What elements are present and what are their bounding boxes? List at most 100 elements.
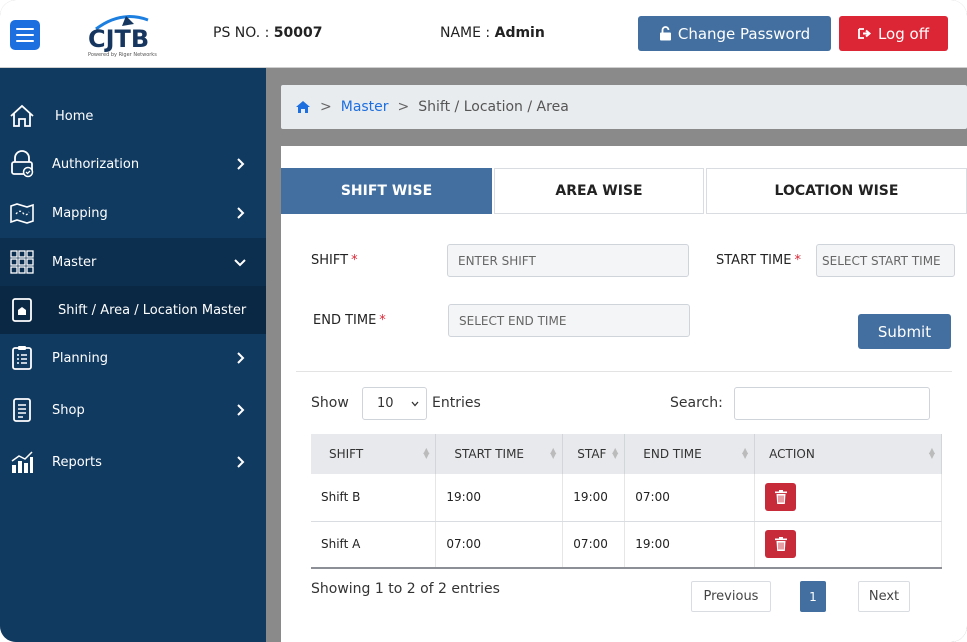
sidebar-item-mapping[interactable]: Mapping <box>0 189 266 237</box>
map-icon <box>10 203 34 224</box>
sidebar-item-label: Shop <box>52 402 85 418</box>
table-info: Showing 1 to 2 of 2 entries <box>311 581 500 597</box>
chevron-right-icon <box>237 352 245 364</box>
column-header-staf[interactable]: STAF ▲ ▼ <box>562 434 626 474</box>
column-header-label: SHIFT <box>329 447 364 461</box>
logoff-button[interactable]: Log off <box>839 16 948 51</box>
cell-action <box>754 474 942 522</box>
chevron-right-icon <box>237 404 245 416</box>
table-row: Shift B 19:00 19:00 07:00 <box>311 474 942 522</box>
cjtb-logo: CJTB Powered by Riger Networks <box>86 12 170 60</box>
column-header-action[interactable]: ACTION ▲ ▼ <box>754 434 942 474</box>
required-mark: * <box>379 313 386 328</box>
page-button-current[interactable]: 1 <box>800 581 826 612</box>
sidebar-item-shop[interactable]: Shop <box>0 386 266 434</box>
submit-button[interactable]: Submit <box>858 314 951 349</box>
column-header-end-time[interactable]: END TIME ▲ ▼ <box>624 434 756 474</box>
next-page-button[interactable]: Next <box>858 581 910 612</box>
trash-icon <box>774 537 787 552</box>
chevron-down-icon <box>234 259 246 267</box>
end-time-label: END TIME * <box>313 313 386 328</box>
change-password-label: Change Password <box>677 24 811 43</box>
sidebar-item-planning[interactable]: Planning <box>0 334 266 382</box>
show-label: Show <box>311 395 349 411</box>
sidebar-item-label: Authorization <box>52 156 140 172</box>
name-value: Admin <box>494 25 545 41</box>
logoff-label: Log off <box>877 24 930 43</box>
cell-start-time: 07:00 <box>435 521 564 569</box>
tab-shift-wise[interactable]: SHIFT WISE <box>281 168 492 214</box>
required-mark: * <box>351 253 358 268</box>
ps-value: 50007 <box>273 25 323 41</box>
sort-icon: ▲ ▼ <box>612 446 619 460</box>
sidebar-item-label: Planning <box>52 350 108 366</box>
shift-input[interactable]: ENTER SHIFT <box>447 244 689 277</box>
sidebar-item-home[interactable]: Home <box>0 92 266 140</box>
start-time-label-text: START TIME <box>716 253 792 268</box>
main-content: > Master > Shift / Location / Area SHIFT… <box>266 68 967 642</box>
document-icon <box>13 398 31 422</box>
delete-button[interactable] <box>765 530 797 559</box>
app-frame: CJTB Powered by Riger Networks PS NO. : … <box>0 0 967 642</box>
start-time-label: START TIME * <box>716 253 801 268</box>
sidebar-item-label: Reports <box>52 454 102 470</box>
search-input[interactable] <box>734 387 930 420</box>
sidebar-item-label: Master <box>52 254 97 270</box>
content-card: SHIFT WISE AREA WISE LOCATION WISE SHIFT… <box>281 146 967 642</box>
start-time-input[interactable]: SELECT START TIME <box>816 244 955 277</box>
clipboard-icon <box>12 346 32 370</box>
unlock-icon <box>659 26 671 41</box>
cell-end-time: 19:00 <box>624 521 756 569</box>
ps-number: PS NO. : 50007 <box>213 25 323 41</box>
sort-icon: ▲ ▼ <box>928 446 935 460</box>
end-time-input[interactable]: SELECT END TIME <box>448 304 690 337</box>
chevron-right-icon <box>237 456 245 468</box>
sidebar-item-reports[interactable]: Reports <box>0 438 266 486</box>
user-name: NAME : Admin <box>440 25 545 41</box>
sign-out-icon <box>858 28 871 39</box>
column-header-label: END TIME <box>643 447 702 461</box>
cell-end-time: 07:00 <box>624 474 756 522</box>
sidebar-subitem-shift-area-location-master[interactable]: Shift / Area / Location Master <box>0 286 266 334</box>
previous-page-button[interactable]: Previous <box>691 581 771 612</box>
table-row: Shift A 07:00 07:00 19:00 <box>311 521 942 569</box>
trash-icon <box>774 490 787 505</box>
cell-shift: Shift A <box>311 521 437 569</box>
column-header-shift[interactable]: SHIFT ▲ ▼ <box>311 434 437 474</box>
delete-button[interactable] <box>765 483 797 512</box>
chevron-right-icon <box>237 158 245 170</box>
end-time-label-text: END TIME <box>313 313 377 328</box>
entries-label: Entries <box>432 395 481 411</box>
grid-icon <box>10 250 34 274</box>
page-size-select[interactable]: 10 <box>362 387 427 420</box>
shift-table: SHIFT ▲ ▼ START TIME ▲ ▼ STAF ▲ ▼ END TIME ▲ ▼ A… <box>311 434 942 569</box>
hamburger-menu-icon[interactable] <box>10 20 40 50</box>
breadcrumb-separator: > <box>397 99 410 115</box>
sidebar-item-authorization[interactable]: Authorization <box>0 140 266 188</box>
cell-staf: 07:00 <box>562 521 626 569</box>
column-header-label: START TIME <box>454 447 525 461</box>
table-header-row: SHIFT ▲ ▼ START TIME ▲ ▼ STAF ▲ ▼ END TIME ▲ ▼ A… <box>311 434 942 474</box>
authorization-icon <box>11 150 34 178</box>
chevron-right-icon <box>237 207 245 219</box>
sort-icon: ▲ ▼ <box>423 446 430 460</box>
name-label: NAME : <box>440 25 491 41</box>
cell-start-time: 19:00 <box>435 474 564 522</box>
home-icon[interactable] <box>295 99 311 115</box>
search-label: Search: <box>670 395 723 411</box>
column-header-start-time[interactable]: START TIME ▲ ▼ <box>435 434 564 474</box>
logo-text: CJTB <box>88 25 150 53</box>
tab-location-wise[interactable]: LOCATION WISE <box>706 168 967 214</box>
required-mark: * <box>794 253 801 268</box>
tab-area-wise[interactable]: AREA WISE <box>494 168 704 214</box>
cell-shift: Shift B <box>311 474 437 522</box>
page-size-value: 10 <box>377 396 394 411</box>
column-header-label: STAF <box>577 447 607 461</box>
sort-icon: ▲ ▼ <box>550 446 557 460</box>
breadcrumb-link-master[interactable]: Master <box>341 99 389 115</box>
file-icon <box>12 298 32 322</box>
change-password-button[interactable]: Change Password <box>638 16 831 51</box>
breadcrumb-current: Shift / Location / Area <box>418 99 569 115</box>
sidebar-item-master[interactable]: Master <box>0 238 266 286</box>
chevron-down-icon <box>411 401 419 407</box>
